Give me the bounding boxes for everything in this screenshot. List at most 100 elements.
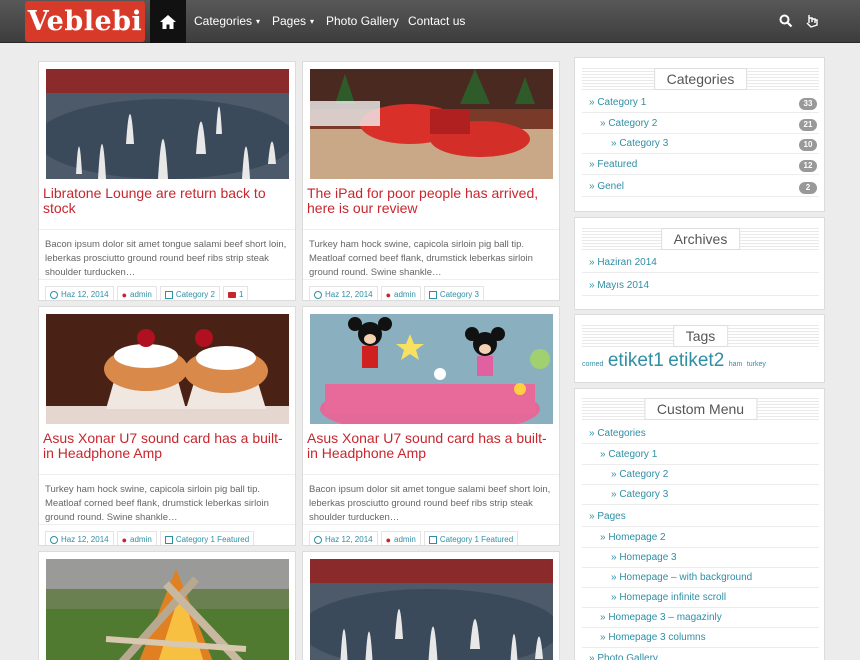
post-title[interactable]: Asus Xonar U7 sound card has a built-in … xyxy=(43,431,293,461)
count-badge: 2 xyxy=(799,182,817,194)
post-date: Haz 12, 2014 xyxy=(309,286,378,300)
divider xyxy=(303,474,559,475)
archive-item[interactable]: » Mayıs 2014 xyxy=(582,276,819,296)
post-categories[interactable]: Category 3 xyxy=(423,286,484,300)
divider xyxy=(39,279,295,280)
tag-link[interactable]: turkey xyxy=(747,361,766,368)
tags-widget: Tags corned etiket1 etiket2 ham turkey xyxy=(574,314,825,383)
post-thumbnail[interactable] xyxy=(310,314,553,424)
home-button[interactable] xyxy=(150,0,186,43)
post-comments[interactable]: 1 xyxy=(222,286,249,300)
clock-icon xyxy=(50,290,58,299)
post-title[interactable]: Libratone Lounge are return back to stoc… xyxy=(43,186,293,216)
categories-widget: Categories » Category 1 33 » Category 2 21… xyxy=(574,57,825,212)
divider xyxy=(303,524,559,525)
nav-pages[interactable]: Pages ▾ xyxy=(272,0,314,43)
custom-menu-widget: Custom Menu » Categories » Category 1 » … xyxy=(574,388,825,660)
search-icon[interactable] xyxy=(779,14,793,28)
site-logo[interactable]: Veblebi xyxy=(25,1,145,42)
tag-link[interactable]: ham xyxy=(729,361,743,368)
post-date: Haz 12, 2014 xyxy=(45,531,114,545)
widget-header: Archives xyxy=(582,228,819,250)
menu-item[interactable]: » Homepage 3 – magazinly xyxy=(582,608,819,628)
post-thumbnail[interactable] xyxy=(46,559,289,660)
category-item[interactable]: » Category 3 10 xyxy=(582,134,819,154)
post-card xyxy=(302,551,560,660)
user-icon: ● xyxy=(121,289,128,300)
category-icon xyxy=(164,535,173,544)
post-title[interactable]: Asus Xonar U7 sound card has a built-in … xyxy=(307,431,557,461)
tag-link[interactable]: corned xyxy=(582,361,603,368)
menu-item[interactable]: » Category 1 xyxy=(582,445,819,465)
chevron-down-icon: ▾ xyxy=(310,17,315,27)
count-badge: 33 xyxy=(799,98,817,110)
tag-cloud: corned etiket1 etiket2 ham turkey xyxy=(582,350,819,372)
menu-item[interactable]: » Category 3 xyxy=(582,485,819,505)
menu-item[interactable]: » Pages xyxy=(582,507,819,527)
category-item[interactable]: » Category 1 33 xyxy=(582,93,819,113)
post-card: Asus Xonar U7 sound card has a built-in … xyxy=(302,306,560,546)
divider xyxy=(39,229,295,230)
user-icon: ● xyxy=(121,534,128,545)
widget-title: Categories xyxy=(653,68,748,90)
post-thumbnail[interactable] xyxy=(310,559,553,660)
post-excerpt: Turkey ham hock swine, capicola sirloin … xyxy=(45,484,269,523)
post-meta: Haz 12, 2014 ● admin Category 1 Featured xyxy=(309,531,519,545)
post-date: Haz 12, 2014 xyxy=(309,531,378,545)
count-badge: 12 xyxy=(799,160,817,172)
nav-photo-gallery[interactable]: Photo Gallery xyxy=(326,0,399,43)
post-author[interactable]: ● admin xyxy=(116,286,157,300)
post-thumbnail[interactable] xyxy=(46,69,289,179)
menu-item[interactable]: » Homepage infinite scroll xyxy=(582,588,819,608)
archives-widget: Archives » Haziran 2014 » Mayıs 2014 xyxy=(574,217,825,310)
category-item[interactable]: » Featured 12 xyxy=(582,155,819,175)
post-card: Asus Xonar U7 sound card has a built-in … xyxy=(38,306,296,546)
menu-item[interactable]: » Categories xyxy=(582,424,819,444)
post-thumbnail[interactable] xyxy=(46,314,289,424)
clock-icon xyxy=(50,535,58,544)
post-excerpt: Bacon ipsum dolor sit amet tongue salami… xyxy=(309,484,551,523)
menu-item[interactable]: » Category 2 xyxy=(582,465,819,485)
menu-item[interactable]: » Homepage 2 xyxy=(582,528,819,548)
category-item[interactable]: » Genel 2 xyxy=(582,177,819,197)
widget-title: Tags xyxy=(672,325,729,347)
archive-item[interactable]: » Haziran 2014 xyxy=(582,253,819,273)
post-author[interactable]: ● admin xyxy=(380,286,421,300)
post-meta: Haz 12, 2014 ● admin Category 3 xyxy=(309,286,484,300)
post-author[interactable]: ● admin xyxy=(380,531,421,545)
count-badge: 21 xyxy=(799,119,817,131)
tag-link[interactable]: etiket2 xyxy=(668,350,724,371)
post-categories[interactable]: Category 2 xyxy=(159,286,220,300)
nav-contact-us[interactable]: Contact us xyxy=(408,0,465,43)
post-meta: Haz 12, 2014 ● admin Category 1 Featured xyxy=(45,531,255,545)
post-meta: Haz 12, 2014 ● admin Category 2 1 xyxy=(45,286,249,300)
post-card: Libratone Lounge are return back to stoc… xyxy=(38,61,296,301)
user-login-icon[interactable] xyxy=(805,14,819,28)
post-author[interactable]: ● admin xyxy=(116,531,157,545)
user-icon: ● xyxy=(385,289,392,300)
count-badge: 10 xyxy=(799,139,817,151)
clock-icon xyxy=(314,290,322,299)
widget-title: Custom Menu xyxy=(643,398,758,420)
chevron-down-icon: ▾ xyxy=(256,17,261,27)
clock-icon xyxy=(314,535,322,544)
menu-item[interactable]: » Homepage 3 xyxy=(582,548,819,568)
divider xyxy=(39,524,295,525)
post-title[interactable]: The iPad for poor people has arrived, he… xyxy=(307,186,557,216)
menu-item[interactable]: » Homepage – with background xyxy=(582,568,819,588)
widget-header: Tags xyxy=(582,325,819,347)
menu-item[interactable]: » Homepage 3 columns xyxy=(582,628,819,648)
comment-icon xyxy=(227,291,236,298)
divider xyxy=(39,474,295,475)
tag-link[interactable]: etiket1 xyxy=(608,350,664,371)
menu-item[interactable]: » Photo Gallery xyxy=(582,649,819,660)
category-item[interactable]: » Category 2 21 xyxy=(582,114,819,134)
widget-header: Custom Menu xyxy=(582,398,819,420)
post-categories[interactable]: Category 1 Featured xyxy=(159,531,255,545)
category-icon xyxy=(428,535,437,544)
post-categories[interactable]: Category 1 Featured xyxy=(423,531,519,545)
category-icon xyxy=(164,290,173,299)
widget-title: Archives xyxy=(660,228,741,250)
nav-categories[interactable]: Categories ▾ xyxy=(194,0,260,43)
post-thumbnail[interactable] xyxy=(310,69,553,179)
